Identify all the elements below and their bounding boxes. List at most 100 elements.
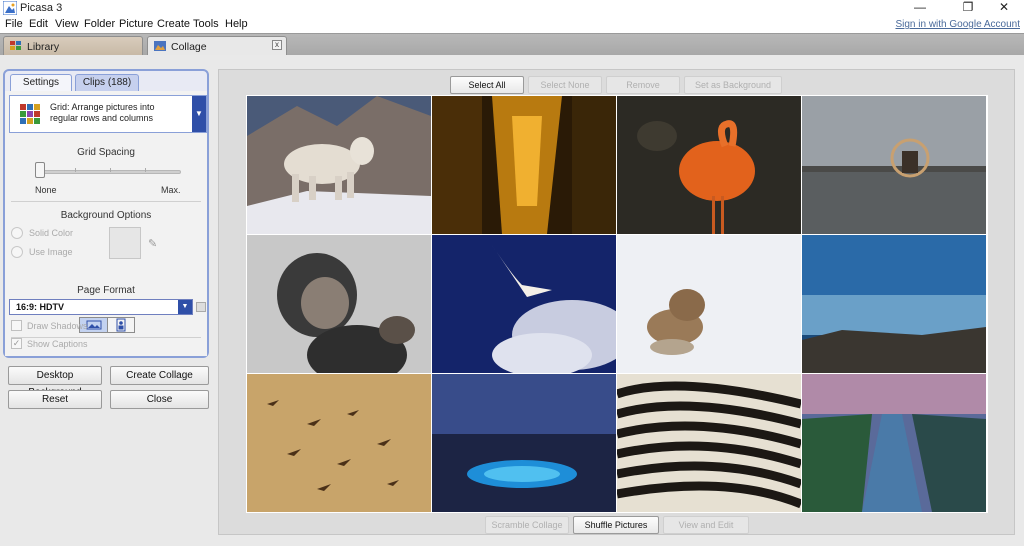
divider [11,201,201,202]
portrait-orientation-button[interactable] [108,318,134,332]
menu-help[interactable]: Help [225,18,248,30]
mountain-goat-image [247,96,431,234]
background-color-swatch[interactable] [109,227,141,259]
blue-hot-spring-image [432,374,616,512]
select-all-button[interactable]: Select All [450,76,524,94]
photo-diver[interactable] [802,96,986,234]
page-format-heading: Page Format [77,285,135,296]
collage-canvas-area: Select All Select None Remove Set as Bac… [218,69,1015,535]
photo-bird-shadows-sand[interactable] [247,374,431,512]
menu-folder[interactable]: Folder [84,18,115,30]
zebra-stripes-image [617,374,801,512]
grid-spacing-heading: Grid Spacing [77,147,135,158]
bird-shadows-image [247,374,431,512]
dropdown-arrow-icon[interactable]: ▼ [178,300,192,314]
flamingo-image [617,96,801,234]
show-captions-checkbox[interactable]: ✓ [11,338,22,349]
dropdown-arrow-icon[interactable]: ▼ [192,96,206,132]
photo-tunnel[interactable] [432,96,616,234]
grid-spacing-slider[interactable] [35,162,45,178]
tab-library-label: Library [27,41,60,53]
tab-clips[interactable]: Clips (188) [75,74,139,91]
draw-shadows-label: Draw Shadows [27,321,88,331]
select-none-button[interactable]: Select None [528,76,602,94]
remove-button[interactable]: Remove [606,76,680,94]
desktop-background-button[interactable]: Desktop Background [8,366,102,398]
close-button[interactable]: Close [110,390,209,409]
photo-lynx-snow[interactable] [617,235,801,373]
chimpanzee-image [247,235,431,373]
layout-description: Grid: Arrange pictures into regular rows… [50,102,155,123]
page-format-dropdown[interactable]: 16:9: HDTV ▼ [9,299,193,315]
solid-color-label: Solid Color [29,228,74,238]
tab-settings[interactable]: Settings [10,74,72,91]
layout-dropdown[interactable]: Grid: Arrange pictures into regular rows… [9,95,207,133]
settings-body: Grid: Arrange pictures into regular rows… [5,91,207,356]
divider [11,337,201,338]
menu-view[interactable]: View [55,18,79,30]
tab-collage[interactable]: Collage x [147,36,287,56]
create-collage-button[interactable]: Create Collage [110,366,209,385]
format-options-icon[interactable] [196,302,206,312]
background-options-heading: Background Options [60,210,152,221]
picasa-app-icon [3,1,17,15]
tunnel-image [432,96,616,234]
set-as-background-button[interactable]: Set as Background [684,76,782,94]
close-tab-icon[interactable]: x [272,40,282,50]
use-image-radio[interactable] [11,246,23,258]
slider-min-label: None [35,185,57,195]
window-title: Picasa 3 [20,2,63,14]
view-and-edit-button[interactable]: View and Edit [663,516,749,534]
tab-library[interactable]: Library [3,36,143,56]
photo-mountain-goat[interactable] [247,96,431,234]
library-icon [10,41,21,50]
slider-max-label: Max. [161,185,181,195]
tab-collage-label: Collage [171,41,207,53]
solid-color-radio[interactable] [11,227,23,239]
slider-tick [75,168,76,172]
photo-blue-hot-spring[interactable] [432,374,616,512]
use-image-label: Use Image [29,247,73,257]
minimize-icon[interactable]: — [900,0,940,16]
grid-layout-icon [20,104,40,124]
photo-seashore-blue[interactable] [802,235,986,373]
page-format-value: 16:9: HDTV [16,302,65,312]
picasa-window: Picasa 3 — ❐ ✕ File Edit View Folder Pic… [0,0,1024,546]
photo-zebra-stripes[interactable] [617,374,801,512]
sign-in-link[interactable]: Sign in with Google Account [895,19,1020,30]
collage-preview[interactable] [246,95,988,513]
diver-image [802,96,986,234]
mossy-rocks-image [802,374,986,512]
photo-white-bird[interactable] [432,235,616,373]
menu-picture[interactable]: Picture [119,18,153,30]
draw-shadows-checkbox[interactable] [11,320,22,331]
menu-tools[interactable]: Tools [193,18,219,30]
maximize-icon[interactable]: ❐ [948,0,988,16]
menu-bar: File Edit View Folder Picture Create Too… [0,16,1024,33]
photo-flamingo[interactable] [617,96,801,234]
portrait-icon [116,318,126,332]
document-tab-strip: Library Collage x [0,33,1024,56]
slider-tick [110,168,111,172]
collage-icon [154,41,166,51]
settings-panel: Settings Clips (188) Grid: Arrange pictu… [3,69,209,358]
grid-spacing-track[interactable] [41,170,181,174]
menu-file[interactable]: File [5,18,23,30]
menu-edit[interactable]: Edit [29,18,48,30]
panel-tabs: Settings Clips (188) [5,71,207,91]
lynx-snow-image [617,235,801,373]
white-bird-image [432,235,616,373]
photo-chimpanzee[interactable] [247,235,431,373]
photo-mossy-rocks-sunset[interactable] [802,374,986,512]
close-icon[interactable]: ✕ [984,0,1024,16]
slider-tick [145,168,146,172]
scramble-collage-button[interactable]: Scramble Collage [485,516,569,534]
seashore-blue-image [802,235,986,373]
main-area: Settings Clips (188) Grid: Arrange pictu… [0,55,1024,546]
title-bar: Picasa 3 — ❐ ✕ [0,0,1024,16]
shuffle-pictures-button[interactable]: Shuffle Pictures [573,516,659,534]
reset-button[interactable]: Reset [8,390,102,409]
menu-create[interactable]: Create [157,18,190,30]
eyedropper-icon[interactable]: ✎ [148,237,160,250]
collage-toolbar: Select All Select None Remove Set as Bac… [219,74,1016,94]
